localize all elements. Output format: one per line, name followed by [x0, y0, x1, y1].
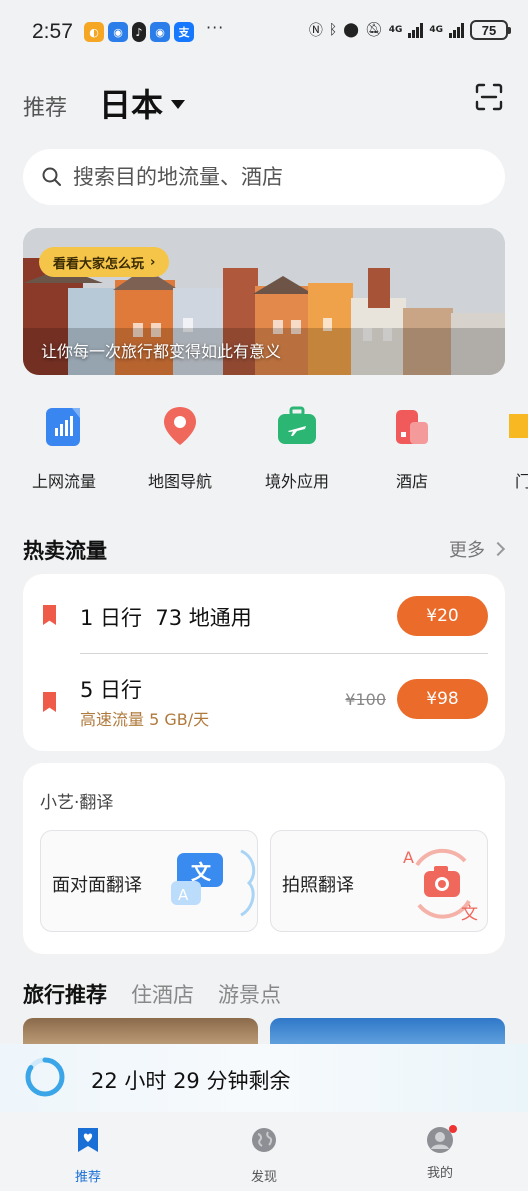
suitcase-plane-icon — [278, 406, 316, 444]
search-input[interactable] — [73, 165, 473, 189]
notification-app-icon: ◉ — [108, 22, 128, 42]
entry-label: 境外应用 — [264, 472, 329, 491]
remaining-time-bar[interactable]: 22 小时 29 分钟剩余 — [0, 1044, 528, 1112]
battery-icon: 75 — [470, 20, 511, 40]
camera-translate-icon: A 文 — [403, 848, 478, 921]
notification-app-icon: ♪ — [132, 22, 146, 42]
bookmark-icon — [43, 692, 56, 712]
tile-label: 面对面翻译 — [52, 875, 142, 896]
notification-app-icon: ◉ — [150, 22, 170, 42]
tab-recommend[interactable]: 推荐 — [23, 90, 67, 122]
caret-down-icon — [171, 99, 186, 109]
profile-icon-wrap — [426, 1125, 457, 1154]
original-price: ¥100 — [345, 690, 386, 709]
tile-label: 拍照翻译 — [282, 875, 354, 896]
nfc-icon: Ⓝ — [308, 23, 323, 39]
entry-apps[interactable]: 境外应用 — [242, 404, 352, 492]
conversation-translate-icon: 文 A — [171, 849, 256, 917]
entry-label: 地图导航 — [147, 472, 212, 491]
bluetooth-icon: ᛒ — [328, 22, 338, 38]
entry-hotel[interactable]: 酒店 — [357, 404, 467, 492]
plan-subtitle: 高速流量 5 GB/天 — [80, 710, 210, 729]
globe-icon — [252, 1128, 276, 1152]
nav-label: 我的 — [426, 1166, 453, 1181]
more-label: 更多 — [449, 540, 485, 561]
explore-pill-label: 看看大家怎么玩 — [53, 256, 145, 272]
nav-label: 推荐 — [74, 1170, 101, 1185]
mute-icon: 🔕︎ — [364, 22, 383, 38]
alipay-icon: 支 — [174, 22, 194, 42]
more-notifications-icon: ··· — [206, 18, 225, 37]
notification-app-icon: ◐ — [84, 22, 104, 42]
remaining-time-text: 22 小时 29 分钟剩余 — [91, 1069, 291, 1093]
plan-name: 1 日行 73 地通用 — [80, 606, 252, 630]
a-glyph: A — [403, 848, 414, 867]
translate-title: 小艺·翻译 — [40, 793, 114, 813]
region-selector[interactable]: 日本 — [99, 80, 186, 126]
quick-entries: 上网流量 地图导航 境外应用 酒店 门 — [0, 404, 528, 494]
plan-row[interactable]: 1 日行 73 地通用 ¥20 — [23, 574, 505, 654]
system-status: Ⓝ ᛒ ⬤ 🔕︎ 4G 4G 75 — [308, 20, 511, 40]
more-link[interactable]: 更多 — [449, 536, 506, 562]
tab-travel-recommend[interactable]: 旅行推荐 — [23, 979, 107, 1009]
search-icon — [42, 167, 61, 186]
hot-data-card: 1 日行 73 地通用 ¥20 5 日行 高速流量 5 GB/天 ¥100 ¥9… — [23, 574, 505, 751]
entry-label: 上网流量 — [31, 472, 96, 491]
ticket-icon — [509, 414, 528, 438]
buy-price-button[interactable]: ¥20 — [397, 596, 488, 636]
wen-glyph: 文 — [461, 904, 478, 921]
entry-label: 门 — [514, 472, 528, 491]
network-type-2: 4G — [429, 24, 443, 35]
entry-data[interactable]: 上网流量 — [9, 404, 119, 492]
map-pin-icon — [164, 407, 196, 445]
notification-dot — [449, 1125, 457, 1133]
tab-attractions[interactable]: 游景点 — [218, 979, 281, 1009]
progress-ring-icon — [25, 1057, 65, 1097]
a-glyph: A — [178, 886, 189, 904]
chevron-right-icon — [490, 541, 506, 557]
nav-recommend[interactable]: 推荐 — [48, 1126, 128, 1185]
entry-map[interactable]: 地图导航 — [125, 404, 235, 492]
nav-label: 发现 — [250, 1170, 277, 1185]
buy-price-button[interactable]: ¥98 — [397, 679, 488, 719]
face-to-face-translate-button[interactable]: 面对面翻译 文 A — [40, 830, 258, 932]
signal-icon — [449, 22, 464, 38]
nav-discover[interactable]: 发现 — [224, 1126, 304, 1185]
explore-pill[interactable]: 看看大家怎么玩 › — [39, 247, 170, 277]
photo-translate-button[interactable]: 拍照翻译 A 文 — [270, 830, 488, 932]
page-header: 推荐 日本 — [22, 78, 506, 124]
wen-glyph: 文 — [191, 860, 212, 884]
signal-bars-icon — [46, 408, 80, 446]
translate-card: 小艺·翻译 面对面翻译 文 A 拍照翻译 A 文 — [23, 763, 505, 954]
bottom-navigation: 推荐 发现 我的 — [0, 1112, 528, 1191]
entry-label: 酒店 — [395, 472, 428, 491]
nav-me[interactable]: 我的 — [400, 1125, 480, 1181]
tab-hotels[interactable]: 住酒店 — [131, 979, 194, 1009]
plan-name: 5 日行 — [80, 678, 143, 702]
bookmark-heart-icon — [78, 1128, 98, 1152]
section-title-hot-data: 热卖流量 — [23, 539, 107, 563]
plan-row[interactable]: 5 日行 高速流量 5 GB/天 ¥100 ¥98 — [23, 654, 505, 751]
status-time: 2:57 — [32, 20, 73, 43]
bookmark-icon — [43, 605, 56, 625]
location-icon: ⬤ — [343, 22, 359, 38]
search-bar[interactable] — [23, 149, 505, 205]
entry-ticket[interactable]: 门 — [468, 404, 528, 492]
hotel-building-icon — [396, 410, 428, 444]
signal-icon — [408, 22, 424, 38]
travel-tabs: 旅行推荐 住酒店 游景点 — [23, 979, 281, 1009]
notification-icons: ◐ ◉ ♪ ◉ 支 — [84, 22, 194, 42]
status-bar: 2:57 ◐ ◉ ♪ ◉ 支 ··· Ⓝ ᛒ ⬤ 🔕︎ 4G 4G 75 — [0, 0, 528, 64]
region-label: 日本 — [99, 86, 164, 124]
scan-icon[interactable] — [474, 82, 504, 112]
chevron-right-icon: › — [150, 254, 156, 270]
network-type-1: 4G — [388, 24, 403, 35]
banner-caption: 让你每一次旅行都变得如此有意义 — [41, 342, 282, 361]
promo-banner[interactable]: 看看大家怎么玩 › 让你每一次旅行都变得如此有意义 — [23, 228, 505, 375]
